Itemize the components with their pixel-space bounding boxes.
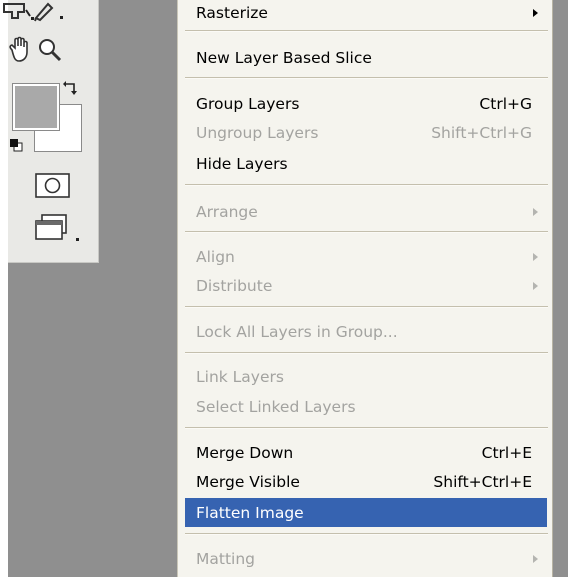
hand-icon[interactable] [6, 36, 36, 64]
menu-item-label: Lock All Layers in Group... [196, 323, 398, 341]
menu-separator [185, 184, 548, 186]
menu-item-ungroup-layers[interactable]: Ungroup Layers Shift+Ctrl+G [178, 119, 552, 147]
menu-separator [185, 533, 548, 535]
menu-item-shortcut: Shift+Ctrl+G [431, 124, 532, 142]
menu-item-label: Hide Layers [196, 155, 288, 173]
menu-item-label: Flatten Image [196, 503, 304, 522]
tools-panel [3, 0, 99, 263]
menu-item-arrange[interactable]: Arrange [178, 198, 552, 226]
menu-item-label: Merge Visible [196, 473, 300, 491]
pen-icon[interactable] [32, 0, 66, 22]
menu-item-hide-layers[interactable]: Hide Layers [178, 150, 552, 178]
menu-item-label: Link Layers [196, 368, 284, 386]
submenu-arrow-icon [533, 555, 538, 563]
menu-item-merge-visible[interactable]: Merge Visible Shift+Ctrl+E [178, 468, 552, 496]
menu-item-group-layers[interactable]: Group Layers Ctrl+G [178, 90, 552, 118]
menu-item-align[interactable]: Align [178, 243, 552, 271]
menu-item-label: Rasterize [196, 4, 268, 22]
menu-item-matting[interactable]: Matting [178, 545, 552, 573]
foreground-color-swatch[interactable] [12, 83, 60, 131]
menu-item-flatten-image[interactable]: Flatten Image [185, 498, 547, 527]
quick-mask-icon[interactable] [34, 172, 72, 200]
submenu-arrow-icon [533, 282, 538, 290]
menu-item-distribute[interactable]: Distribute [178, 272, 552, 300]
menu-item-label: Ungroup Layers [196, 124, 319, 142]
swap-colors-icon[interactable] [62, 80, 80, 98]
menu-item-label: Merge Down [196, 444, 294, 462]
menu-separator [185, 306, 548, 308]
layer-menu-dropdown: Rasterize New Layer Based Slice Group La… [177, 0, 553, 577]
menu-item-shortcut: Ctrl+E [481, 444, 532, 462]
menu-item-lock-all-layers-in-group[interactable]: Lock All Layers in Group... [178, 318, 552, 346]
menu-item-label: Group Layers [196, 95, 300, 113]
menu-separator [185, 352, 548, 354]
menu-item-merge-down[interactable]: Merge Down Ctrl+E [178, 439, 552, 467]
menu-item-label: Select Linked Layers [196, 398, 356, 416]
submenu-arrow-icon [533, 9, 538, 17]
menu-item-label: New Layer Based Slice [196, 49, 372, 67]
menu-item-shortcut: Shift+Ctrl+E [433, 473, 532, 491]
menu-item-shortcut: Ctrl+G [479, 95, 532, 113]
menu-item-select-linked-layers[interactable]: Select Linked Layers [178, 393, 552, 421]
menu-separator [185, 231, 548, 233]
menu-item-label: Distribute [196, 277, 273, 295]
default-colors-icon[interactable] [9, 138, 23, 152]
menu-separator [185, 427, 548, 429]
brush-icon[interactable] [2, 0, 36, 22]
submenu-arrow-icon [533, 253, 538, 261]
menu-item-label: Arrange [196, 203, 258, 221]
menu-separator [185, 30, 548, 32]
menu-item-label: Matting [196, 550, 255, 568]
menu-item-link-layers[interactable]: Link Layers [178, 363, 552, 391]
menu-item-new-layer-based-slice[interactable]: New Layer Based Slice [178, 44, 552, 72]
zoom-icon[interactable] [36, 36, 66, 64]
menu-separator [185, 77, 548, 79]
submenu-arrow-icon [533, 208, 538, 216]
screen-mode-icon[interactable] [32, 212, 82, 246]
menu-item-label: Align [196, 248, 235, 266]
menu-item-rasterize[interactable]: Rasterize [178, 0, 552, 27]
